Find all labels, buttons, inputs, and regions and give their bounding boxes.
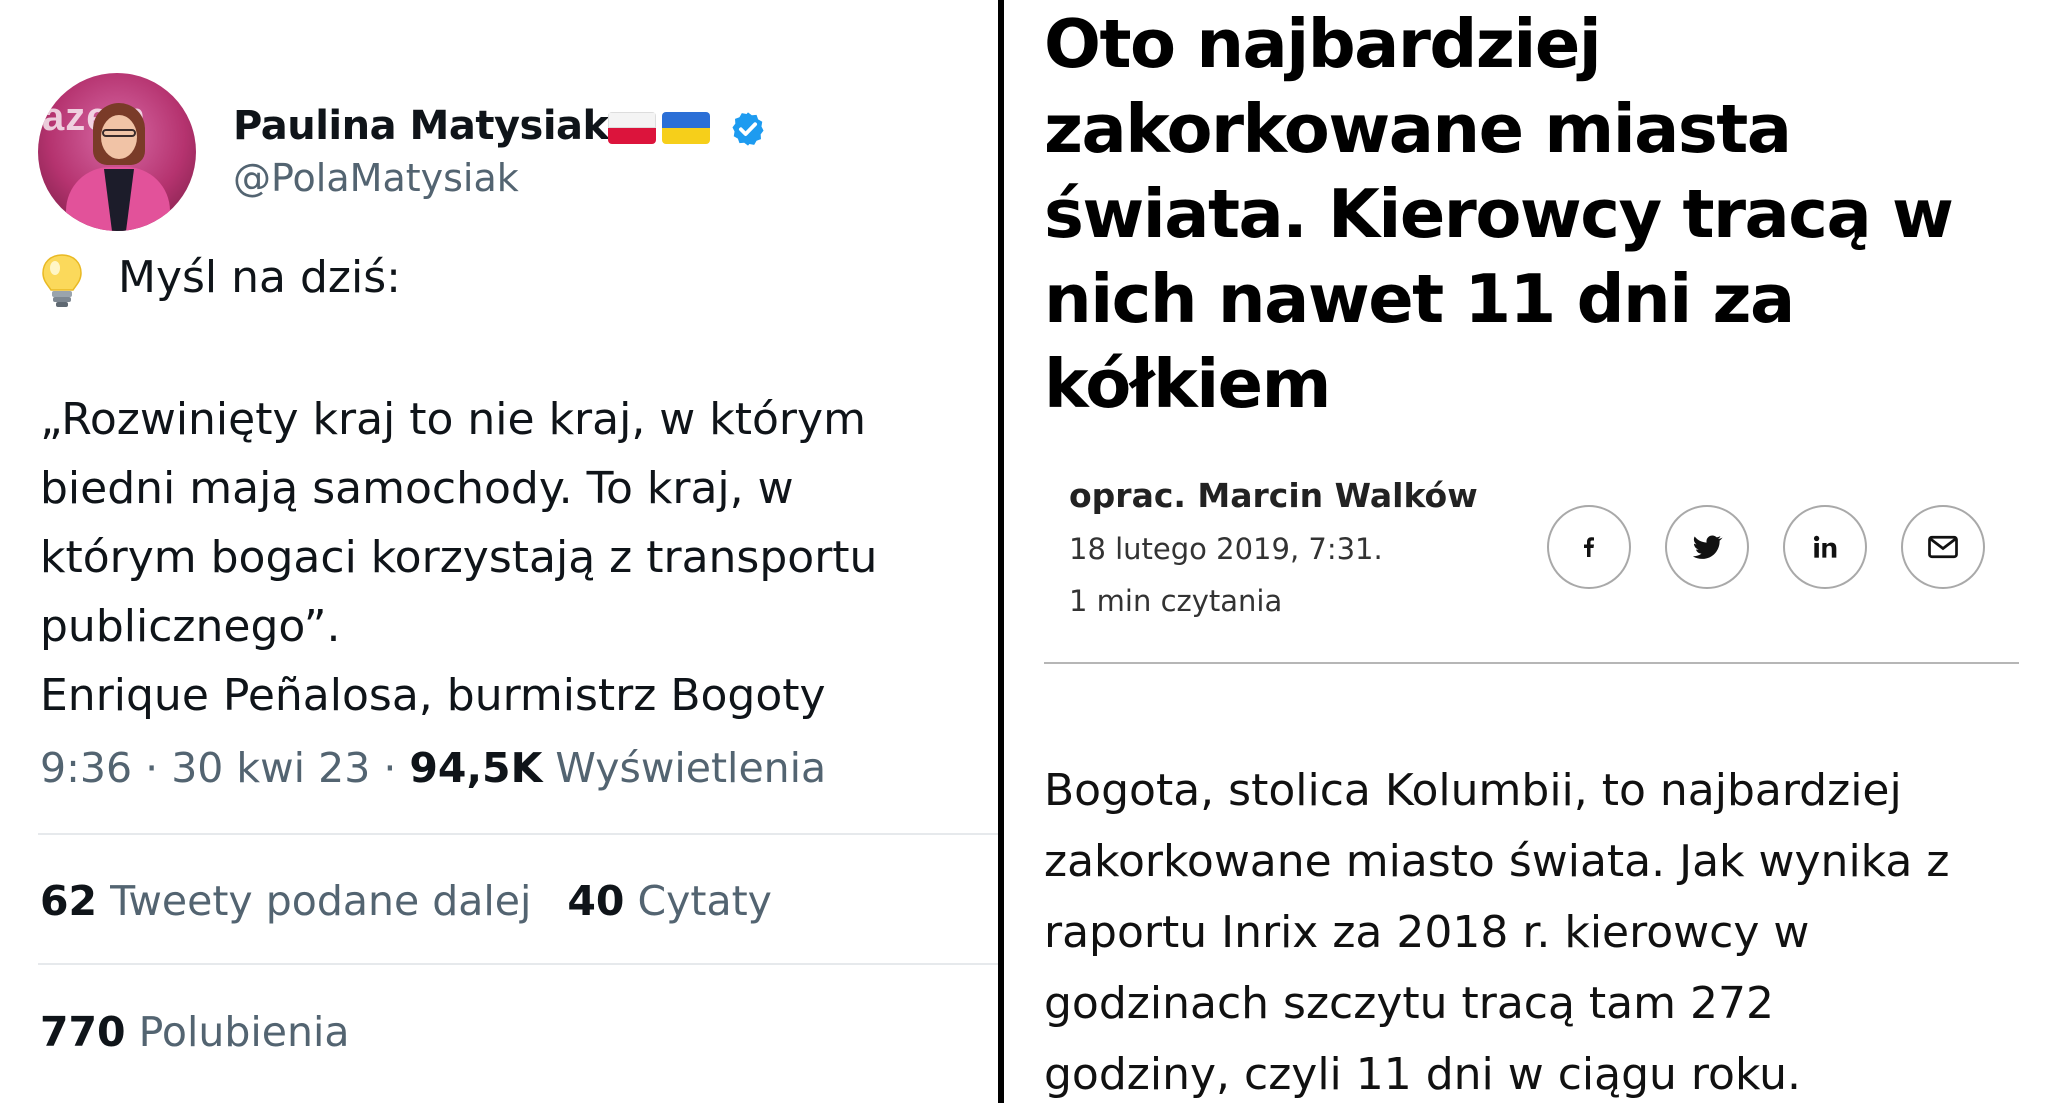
- body-line: godzinach szczytu tracą tam 272: [1044, 978, 1774, 1029]
- tweet-intro-text: Myśl na dziś:: [118, 252, 401, 303]
- share-linkedin-button[interactable]: [1783, 505, 1867, 589]
- body-line: zakorkowane miasto świata. Jak wynika z: [1044, 836, 1950, 887]
- read-time: 1 min czytania: [1069, 584, 1283, 618]
- quote-line: publicznego”.: [40, 601, 341, 652]
- share-email-button[interactable]: [1901, 505, 1985, 589]
- tweet-engagement-stats: 62 Tweety podane dalej 40 Cytaty: [40, 877, 772, 925]
- divider: [1044, 662, 2019, 664]
- headline-line: Oto najbardziej: [1044, 5, 1602, 83]
- flag-poland-icon: [608, 112, 656, 144]
- tweet-quote: „Rozwinięty kraj to nie kraj, w którym b…: [40, 385, 990, 730]
- avatar[interactable]: azem: [38, 73, 196, 231]
- body-line: raportu Inrix za 2018 r. kierowcy w: [1044, 907, 1810, 958]
- tweet-time[interactable]: 9:36: [40, 744, 132, 792]
- views-count: 94,5K: [409, 744, 543, 792]
- retweets-stat[interactable]: 62 Tweety podane dalej: [40, 877, 531, 925]
- lightbulb-icon: [42, 254, 82, 307]
- quotes-label: Cytaty: [637, 877, 772, 925]
- body-line: godziny, czyli 11 dni w ciągu roku.: [1044, 1049, 1801, 1100]
- user-handle[interactable]: @PolaMatysiak: [233, 156, 519, 200]
- tweet-date[interactable]: 30 kwi 23: [171, 744, 370, 792]
- divider: [38, 963, 1000, 965]
- quote-line: którym bogaci korzystają z transportu: [40, 532, 878, 583]
- article-author[interactable]: oprac. Marcin Walków: [1069, 476, 1478, 515]
- quote-line: „Rozwinięty kraj to nie kraj, w którym: [40, 394, 866, 445]
- retweets-count: 62: [40, 877, 98, 925]
- headline-line: nich nawet 11 dni za: [1044, 260, 1795, 338]
- headline-line: świata. Kierowcy tracą w: [1044, 175, 1954, 253]
- quotes-count: 40: [567, 877, 625, 925]
- body-line: Bogota, stolica Kolumbii, to najbardziej: [1044, 765, 1902, 816]
- article-headline: Oto najbardziej zakorkowane miasta świat…: [1044, 2, 2024, 427]
- tweet-meta: 9:36 · 30 kwi 23 · 94,5K Wyświetlenia: [40, 744, 827, 792]
- tweet-panel: azem Paulina Matysiak @PolaMatysiak Myśl…: [0, 0, 1000, 1103]
- facebook-icon: [1584, 537, 1594, 557]
- likes-stat[interactable]: 770 Polubienia: [40, 1008, 350, 1056]
- display-name[interactable]: Paulina Matysiak: [233, 103, 609, 149]
- email-icon: [1928, 535, 1958, 559]
- headline-line: zakorkowane miasta: [1044, 90, 1792, 168]
- article-date: 18 lutego 2019, 7:31.: [1069, 532, 1383, 566]
- share-twitter-button[interactable]: [1665, 505, 1749, 589]
- headline-line: kółkiem: [1044, 345, 1331, 423]
- share-facebook-button[interactable]: [1547, 505, 1631, 589]
- linkedin-icon: [1813, 535, 1837, 558]
- retweets-label: Tweety podane dalej: [110, 877, 532, 925]
- quote-attribution: Enrique Peñalosa, burmistrz Bogoty: [40, 670, 826, 721]
- twitter-icon: [1692, 535, 1723, 559]
- quote-line: biedni mają samochody. To kraj, w: [40, 463, 794, 514]
- likes-label: Polubienia: [138, 1008, 350, 1056]
- views-label: Wyświetlenia: [555, 744, 827, 792]
- article-lead: Bogota, stolica Kolumbii, to najbardziej…: [1044, 755, 2034, 1110]
- article-panel: Oto najbardziej zakorkowane miasta świat…: [1004, 0, 2047, 1103]
- verified-badge-icon[interactable]: [729, 110, 767, 148]
- flag-ukraine-icon: [662, 112, 710, 144]
- likes-count: 770: [40, 1008, 126, 1056]
- divider: [38, 833, 1000, 835]
- quotes-stat[interactable]: 40 Cytaty: [567, 877, 772, 925]
